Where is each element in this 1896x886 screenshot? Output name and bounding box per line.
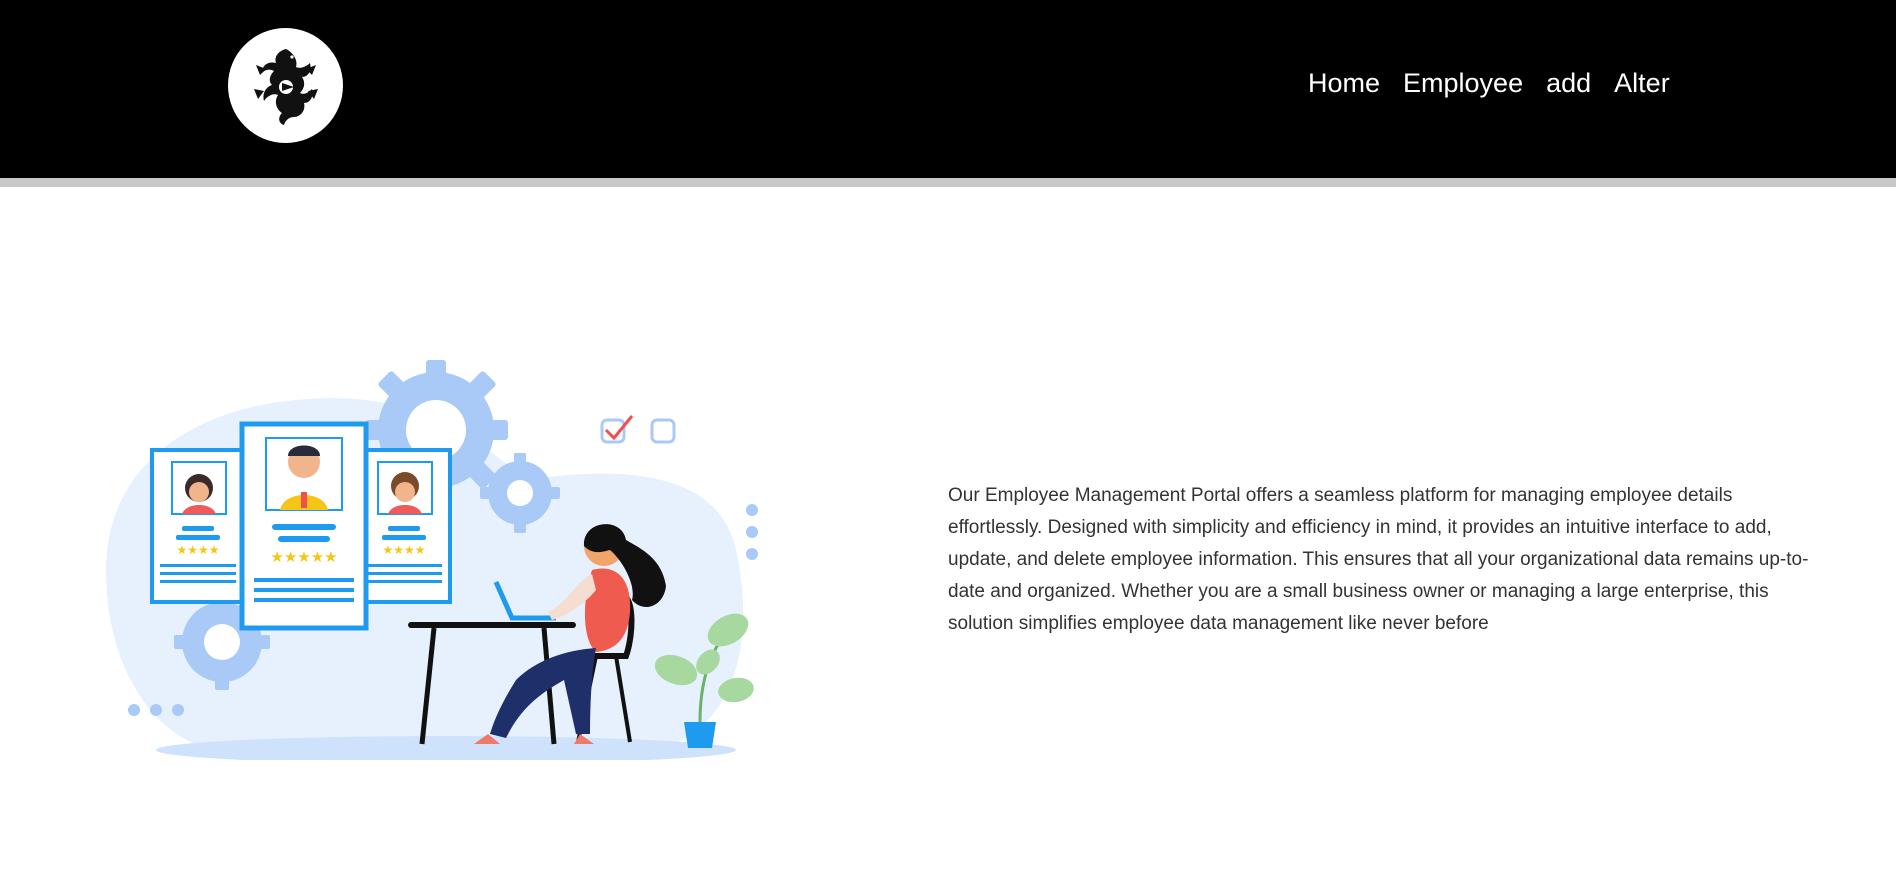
dragon-emblem-icon xyxy=(253,48,318,125)
employee-management-illustration: ★★★★ ★★★★ ★★★★★ xyxy=(106,360,758,760)
nav-link-alter[interactable]: Alter xyxy=(1614,70,1670,97)
logo-link[interactable] xyxy=(228,28,343,143)
nav-link-employee[interactable]: Employee xyxy=(1403,70,1523,97)
portal-description: Our Employee Management Portal offers a … xyxy=(948,485,1809,634)
svg-text:★★★★: ★★★★ xyxy=(176,543,219,557)
svg-text:★★★★★: ★★★★★ xyxy=(270,549,337,566)
nav-link-add[interactable]: add xyxy=(1546,70,1591,97)
navbar-divider xyxy=(0,178,1896,187)
nav-links: Home Employee add Alter xyxy=(1308,70,1670,97)
navbar: Home Employee add Alter xyxy=(0,0,1896,178)
nav-link-home[interactable]: Home xyxy=(1308,70,1380,97)
svg-text:★★★★: ★★★★ xyxy=(382,543,425,557)
